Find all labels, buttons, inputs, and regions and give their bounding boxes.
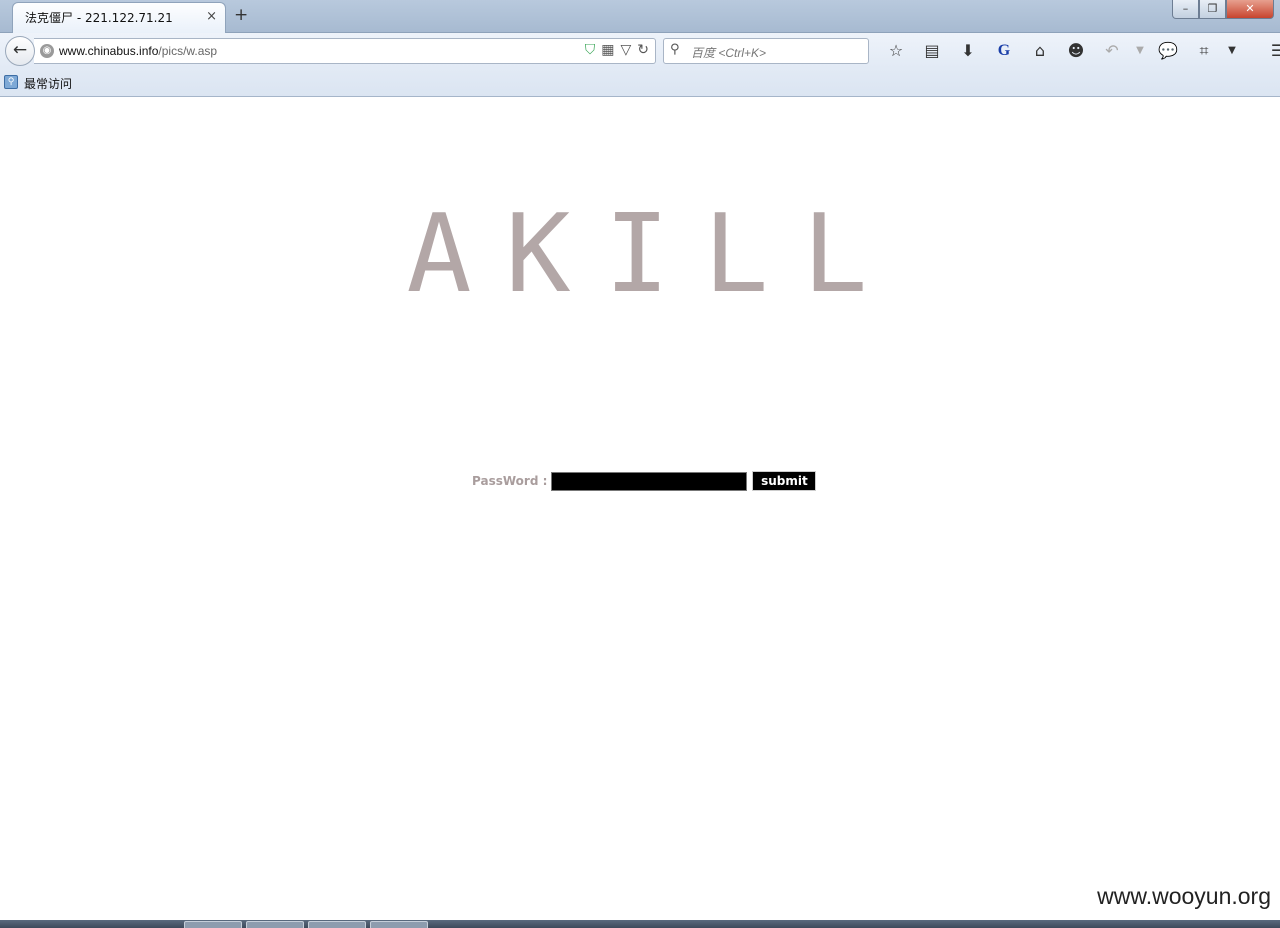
reload-icon[interactable]: ↻ [637,42,649,58]
browser-tab[interactable]: 法克僵尸 - 221.122.71.21 × [12,2,226,33]
dropdown-arrow-icon[interactable]: ▽ [620,42,631,58]
crop-dropdown-icon[interactable]: ▼ [1222,39,1242,63]
chat-bubble-icon[interactable]: 💬 [1150,39,1186,63]
taskbar-item[interactable] [370,921,428,928]
taskbar-item[interactable] [246,921,304,928]
watermark: www.wooyun.org [1097,883,1271,909]
url-text[interactable]: www.chinabus.info/pics/w.asp [59,44,217,58]
toolbar-icons: ☆ ▤ ⬇ G ⌂ ☻ ↶ ▼ 💬 ⌗ ▼ ☰ [878,39,1280,63]
back-button[interactable]: ← [5,36,35,66]
emoji-icon[interactable]: ☻ [1058,39,1094,63]
tab-close-icon[interactable]: × [206,9,217,24]
globe-icon: ◉ [40,44,54,58]
search-bar[interactable]: ⚲ 百度 <Ctrl+K> [663,38,869,64]
bookmark-most-visited[interactable]: 最常访问 [24,75,72,92]
google-translate-icon[interactable]: G [986,39,1022,63]
url-bar[interactable]: ◉ www.chinabus.info/pics/w.asp ⛉ ▦ ▽ ↻ [34,38,656,64]
reading-list-icon[interactable]: ▤ [914,39,950,63]
qr-code-icon[interactable]: ▦ [601,42,614,58]
password-label: PassWord : [472,474,548,488]
bookmark-star-icon[interactable]: ☆ [878,39,914,63]
undo-dropdown-icon[interactable]: ▼ [1130,39,1150,63]
login-form: PassWord : submit [472,471,817,491]
download-icon[interactable]: ⬇ [950,39,986,63]
taskbar [0,920,1280,928]
undo-icon[interactable]: ↶ [1094,39,1130,63]
close-window-button[interactable]: ✕ [1226,0,1274,19]
navigation-bar: ◉ www.chinabus.info/pics/w.asp ⛉ ▦ ▽ ↻ ←… [0,33,1280,68]
bookmarks-bar: ⚲ 最常访问 [0,68,1280,97]
new-tab-button[interactable]: + [234,5,248,25]
shield-icon[interactable]: ⛉ [585,42,596,58]
taskbar-item[interactable] [184,921,242,928]
folder-icon: ⚲ [4,75,18,89]
menu-icon[interactable]: ☰ [1260,39,1280,63]
title-bar: 法克僵尸 - 221.122.71.21 × + – ❐ ✕ [0,0,1280,33]
restore-button[interactable]: ❐ [1199,0,1226,19]
password-input[interactable] [551,471,748,491]
window-controls: – ❐ ✕ [1172,0,1274,19]
tab-title: 法克僵尸 - 221.122.71.21 [25,11,173,25]
search-icon: ⚲ [670,42,680,57]
submit-button[interactable]: submit [752,471,817,491]
page-heading: AKILL [406,192,902,317]
home-icon[interactable]: ⌂ [1022,39,1058,63]
taskbar-item[interactable] [308,921,366,928]
page-content: AKILL PassWord : submit www.wooyun.org [0,97,1280,920]
search-placeholder: 百度 <Ctrl+K> [691,46,767,60]
minimize-button[interactable]: – [1172,0,1199,19]
crop-icon[interactable]: ⌗ [1186,39,1222,63]
